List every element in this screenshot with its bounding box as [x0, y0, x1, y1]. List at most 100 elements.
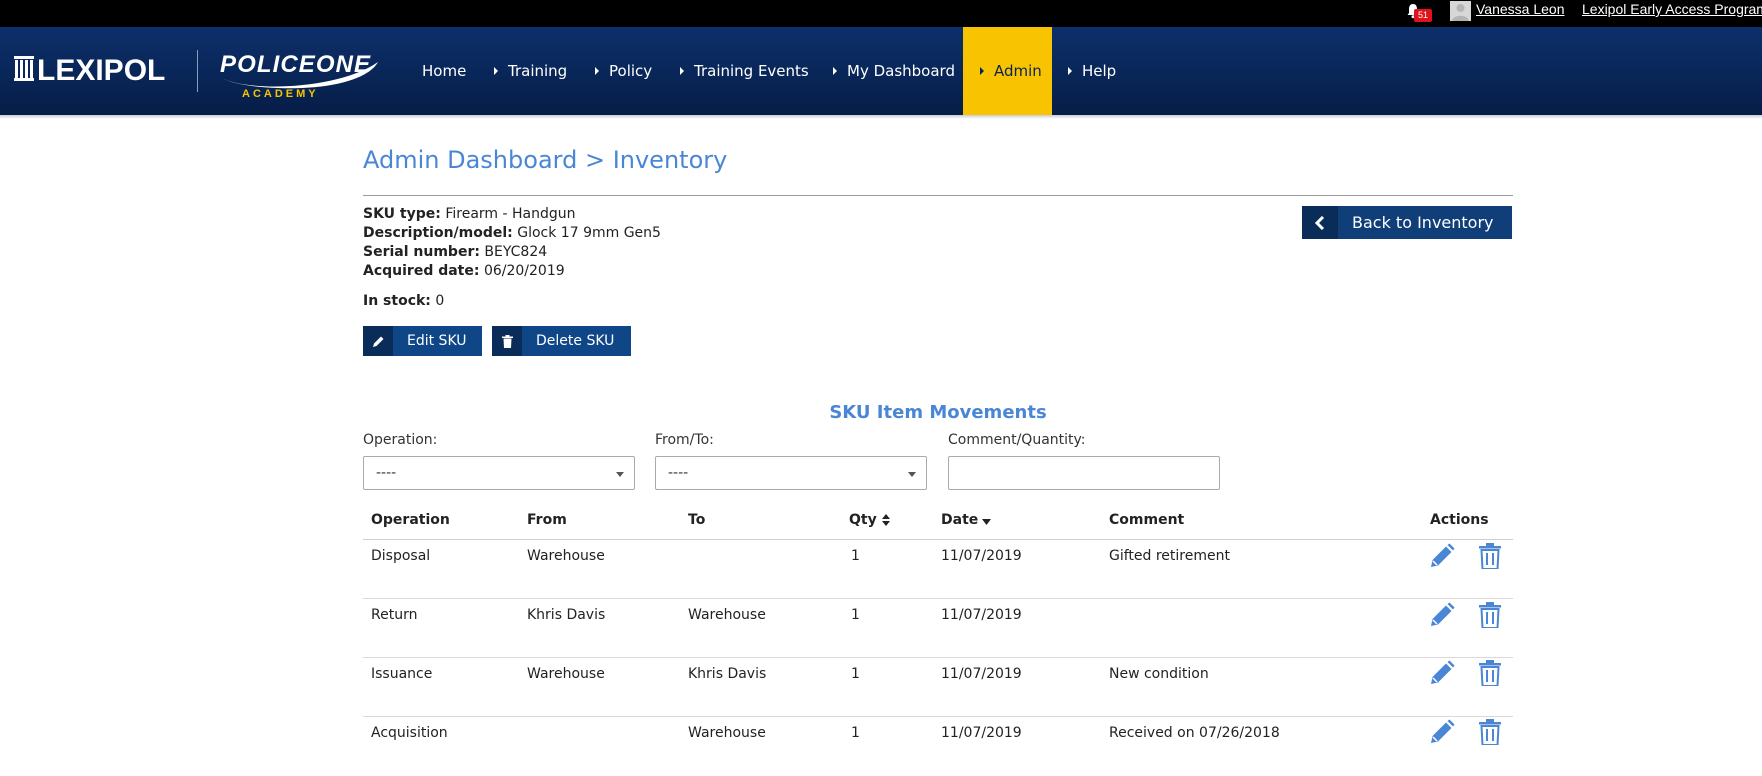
caret-right-icon [980, 67, 984, 75]
nav-home-label: Home [422, 62, 467, 80]
column-header-qty-label: Qty [849, 512, 877, 528]
row-1-from: Warehouse [527, 548, 605, 564]
sku-description-value: Glock 17 9mm Gen5 [517, 225, 661, 241]
row-2-qty: 1 [851, 607, 860, 623]
edit-sku-label: Edit SKU [407, 333, 467, 349]
delete-row-trash-icon[interactable] [1477, 719, 1503, 745]
pencil-icon [363, 326, 393, 356]
table-row-divider [363, 598, 1513, 599]
title-divider [363, 195, 1513, 196]
operation-filter-value: ---- [376, 465, 397, 481]
nav-admin[interactable]: Admin [963, 27, 1052, 115]
dropdown-arrow-icon [616, 472, 624, 477]
sku-type: SKU type: Firearm - Handgun [363, 205, 576, 223]
table-row-divider [363, 716, 1513, 717]
nav-my-dashboard[interactable]: My Dashboard [833, 27, 955, 115]
sku-serial-value: BEYC824 [484, 244, 548, 260]
sku-item-movements-title: SKU Item Movements [829, 402, 1047, 423]
row-3-comment: New condition [1109, 666, 1209, 682]
edit-row-pencil-icon[interactable] [1429, 660, 1455, 686]
delete-row-trash-icon[interactable] [1477, 602, 1503, 628]
delete-row-trash-icon[interactable] [1477, 543, 1503, 569]
chevron-left-icon [1302, 206, 1338, 239]
edit-row-pencil-icon[interactable] [1429, 719, 1455, 745]
row-2-operation: Return [371, 607, 418, 623]
sku-type-label: SKU type: [363, 206, 441, 222]
row-4-date: 11/07/2019 [941, 725, 1022, 741]
column-header-to: To [688, 512, 706, 528]
table-row-divider [363, 657, 1513, 658]
nav-home[interactable]: Home [422, 27, 466, 115]
nav-my-dashboard-label: My Dashboard [847, 62, 955, 80]
sort-descending-icon [982, 518, 992, 525]
policeone-academy-logo[interactable]: POLICEONE ACADEMY [218, 44, 383, 100]
nav-admin-label: Admin [994, 62, 1042, 80]
sku-acquired-date: Acquired date: 06/20/2019 [363, 262, 565, 280]
column-header-operation: Operation [371, 512, 450, 528]
nav-training-label: Training [508, 62, 568, 80]
page-title: Admin Dashboard > Inventory [363, 146, 728, 174]
row-1-qty: 1 [851, 548, 860, 564]
row-2-from: Khris Davis [527, 607, 606, 623]
column-header-date[interactable]: Date [941, 512, 992, 528]
row-4-to: Warehouse [688, 725, 766, 741]
row-4-comment: Received on 07/26/2018 [1109, 725, 1280, 741]
column-header-from: From [527, 512, 567, 528]
early-access-program-link[interactable]: Lexipol Early Access Program [1582, 1, 1762, 17]
sku-stock-label: In stock: [363, 293, 431, 309]
sort-both-icon [881, 514, 890, 526]
row-3-to: Khris Davis [688, 666, 767, 682]
caret-right-icon [680, 67, 684, 75]
nav-policy[interactable]: Policy [595, 27, 652, 115]
user-avatar-icon[interactable] [1450, 1, 1471, 21]
lexipol-logo[interactable]: LEXIPOL [14, 48, 184, 88]
sku-description: Description/model: Glock 17 9mm Gen5 [363, 224, 661, 242]
comment-quantity-input[interactable] [948, 456, 1220, 490]
nav-training-events-label: Training Events [694, 62, 809, 80]
operation-filter-label: Operation: [363, 432, 438, 448]
fromto-filter-select[interactable]: ---- [655, 456, 927, 490]
back-to-inventory-button[interactable]: Back to Inventory [1302, 206, 1512, 239]
nav-help[interactable]: Help [1068, 27, 1116, 115]
delete-row-trash-icon[interactable] [1477, 660, 1503, 686]
row-1-operation: Disposal [371, 548, 431, 564]
sku-serial-label: Serial number: [363, 244, 480, 260]
fromto-filter-label: From/To: [655, 432, 714, 448]
fromto-filter-value: ---- [668, 465, 689, 481]
dropdown-arrow-icon [908, 472, 916, 477]
nav-training-events[interactable]: Training Events [680, 27, 809, 115]
sku-acquired-label: Acquired date: [363, 263, 480, 279]
delete-sku-label: Delete SKU [536, 333, 615, 349]
nav-training[interactable]: Training [494, 27, 567, 115]
nav-help-label: Help [1082, 62, 1117, 80]
column-header-qty[interactable]: Qty [849, 512, 891, 528]
nav-policy-label: Policy [609, 62, 653, 80]
row-1-comment: Gifted retirement [1109, 548, 1230, 564]
row-3-date: 11/07/2019 [941, 666, 1022, 682]
table-header-divider [363, 539, 1513, 540]
row-2-date: 11/07/2019 [941, 607, 1022, 623]
caret-right-icon [833, 67, 837, 75]
row-4-operation: Acquisition [371, 725, 448, 741]
notification-count-badge[interactable]: 51 [1414, 9, 1433, 22]
sku-acquired-value: 06/20/2019 [483, 263, 565, 279]
edit-row-pencil-icon[interactable] [1429, 543, 1455, 569]
user-name-link[interactable]: Vanessa Leon [1476, 1, 1564, 17]
row-4-qty: 1 [851, 725, 860, 741]
policeone-logo-text: POLICEONE [220, 51, 371, 78]
operation-filter-select[interactable]: ---- [363, 456, 635, 490]
delete-sku-button[interactable]: Delete SKU [492, 326, 631, 356]
comment-quantity-filter-label: Comment/Quantity: [948, 432, 1086, 448]
academy-logo-text: ACADEMY [242, 88, 319, 100]
edit-row-pencil-icon[interactable] [1429, 602, 1455, 628]
row-3-operation: Issuance [371, 666, 433, 682]
sku-serial: Serial number: BEYC824 [363, 243, 547, 261]
sku-type-value: Firearm - Handgun [445, 206, 576, 222]
row-2-to: Warehouse [688, 607, 766, 623]
column-header-date-label: Date [941, 512, 979, 528]
trash-icon [492, 326, 522, 356]
caret-right-icon [1068, 67, 1072, 75]
row-3-qty: 1 [851, 666, 860, 682]
caret-right-icon [494, 67, 498, 75]
edit-sku-button[interactable]: Edit SKU [363, 326, 482, 356]
